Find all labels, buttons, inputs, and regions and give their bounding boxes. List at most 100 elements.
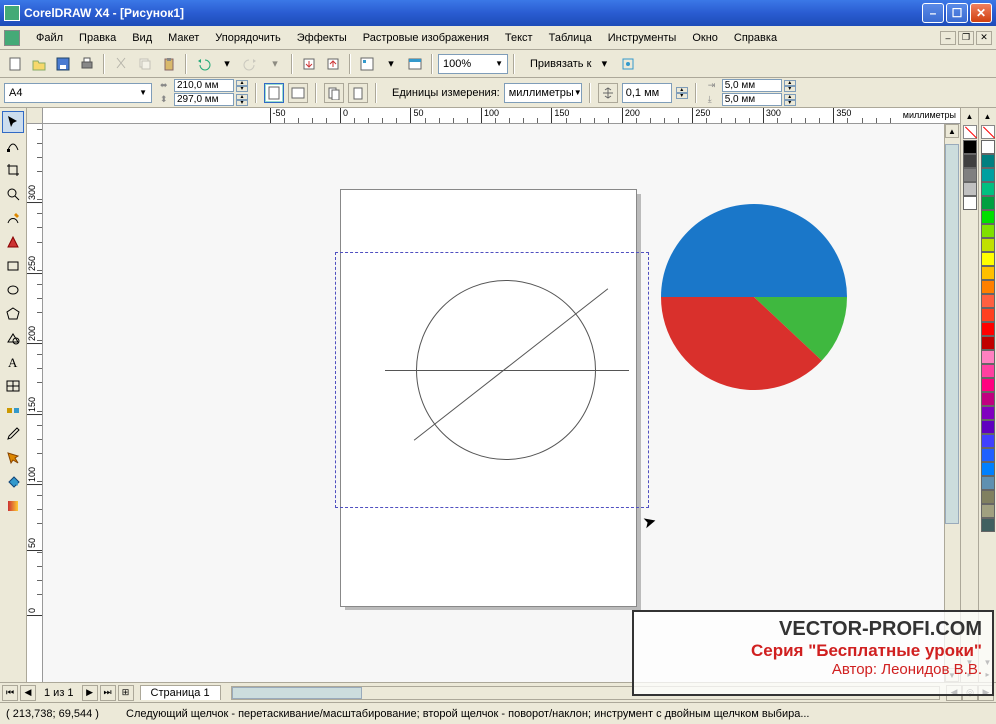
duplicate-y-input[interactable]: 5,0 мм xyxy=(722,93,782,106)
options-button[interactable] xyxy=(617,53,639,75)
menu-text[interactable]: Текст xyxy=(497,29,541,47)
color-swatch[interactable] xyxy=(981,518,995,532)
menu-file[interactable]: Файл xyxy=(28,29,71,47)
menu-layout[interactable]: Макет xyxy=(160,29,207,47)
dupx-spin-down[interactable]: ▾ xyxy=(784,86,796,92)
color-swatch[interactable] xyxy=(981,210,995,224)
last-page-button[interactable]: ⏭ xyxy=(100,685,116,701)
crop-tool[interactable] xyxy=(2,159,24,181)
text-tool[interactable]: A xyxy=(2,351,24,373)
color-swatch[interactable] xyxy=(981,434,995,448)
app-launcher-dropdown[interactable]: ▾ xyxy=(380,53,402,75)
interactive-tool[interactable] xyxy=(2,399,24,421)
ruler-horizontal[interactable]: миллиметры -50050100150200250300350 xyxy=(43,108,960,124)
color-swatch[interactable] xyxy=(981,336,995,350)
nudge-distance-input[interactable]: 0,1 мм xyxy=(622,83,672,103)
fill-tool[interactable] xyxy=(2,471,24,493)
color-swatch[interactable] xyxy=(981,294,995,308)
color-swatch[interactable] xyxy=(981,406,995,420)
ruler-origin[interactable] xyxy=(27,108,43,124)
ruler-vertical[interactable]: 050100150200250300 xyxy=(27,124,43,682)
app-launcher-button[interactable] xyxy=(356,53,378,75)
color-swatch[interactable] xyxy=(981,504,995,518)
page-width-input[interactable]: 210,0 мм xyxy=(174,79,234,92)
color-swatch[interactable] xyxy=(981,392,995,406)
import-button[interactable] xyxy=(298,53,320,75)
color-swatch[interactable] xyxy=(981,350,995,364)
window-maximize-button[interactable]: ☐ xyxy=(946,3,968,23)
eyedropper-tool[interactable] xyxy=(2,423,24,445)
color-swatch[interactable] xyxy=(981,182,995,196)
freehand-tool[interactable] xyxy=(2,207,24,229)
copy-button[interactable] xyxy=(134,53,156,75)
menu-view[interactable]: Вид xyxy=(124,29,160,47)
menu-help[interactable]: Справка xyxy=(726,29,785,47)
palette-no-color[interactable] xyxy=(963,125,977,139)
menu-edit[interactable]: Правка xyxy=(71,29,124,47)
color-swatch[interactable] xyxy=(981,490,995,504)
color-swatch[interactable] xyxy=(981,462,995,476)
new-button[interactable] xyxy=(4,53,26,75)
color-swatch[interactable] xyxy=(963,182,977,196)
mdi-close-button[interactable]: ✕ xyxy=(976,31,992,45)
basic-shapes-tool[interactable] xyxy=(2,327,24,349)
color-swatch[interactable] xyxy=(981,196,995,210)
color-swatch[interactable] xyxy=(981,140,995,154)
outline-tool[interactable] xyxy=(2,447,24,469)
dupy-spin-down[interactable]: ▾ xyxy=(784,100,796,106)
add-page-button[interactable]: ⊞ xyxy=(118,685,134,701)
color-swatch[interactable] xyxy=(981,154,995,168)
apply-current-page-button[interactable] xyxy=(348,83,368,103)
menu-effects[interactable]: Эффекты xyxy=(289,29,355,47)
color-swatch[interactable] xyxy=(981,476,995,490)
canvas-area[interactable]: миллиметры -50050100150200250300350 0501… xyxy=(27,108,960,682)
color-swatch[interactable] xyxy=(981,238,995,252)
color-swatch[interactable] xyxy=(963,168,977,182)
shape-tool[interactable] xyxy=(2,135,24,157)
width-spin-down[interactable]: ▾ xyxy=(236,86,248,92)
page-tab[interactable]: Страница 1 xyxy=(140,685,221,700)
color-swatch[interactable] xyxy=(981,308,995,322)
undo-button[interactable] xyxy=(192,53,214,75)
menu-table[interactable]: Таблица xyxy=(541,29,600,47)
palette2-no-color[interactable] xyxy=(981,125,995,139)
redo-button[interactable] xyxy=(240,53,262,75)
mdi-restore-button[interactable]: ❐ xyxy=(958,31,974,45)
ellipse-tool[interactable] xyxy=(2,279,24,301)
color-swatch[interactable] xyxy=(981,266,995,280)
color-swatch[interactable] xyxy=(963,196,977,210)
menu-window[interactable]: Окно xyxy=(684,29,726,47)
color-swatch[interactable] xyxy=(963,140,977,154)
vertical-scrollbar[interactable]: ▲ ▼ xyxy=(944,124,960,682)
duplicate-x-input[interactable]: 5,0 мм xyxy=(722,79,782,92)
color-swatch[interactable] xyxy=(981,252,995,266)
cut-button[interactable] xyxy=(110,53,132,75)
height-spin-down[interactable]: ▾ xyxy=(236,100,248,106)
orientation-portrait-button[interactable] xyxy=(264,83,284,103)
color-swatch[interactable] xyxy=(981,168,995,182)
welcome-screen-button[interactable] xyxy=(404,53,426,75)
color-swatch[interactable] xyxy=(981,364,995,378)
color-swatch[interactable] xyxy=(981,224,995,238)
interactive-fill-tool[interactable] xyxy=(2,495,24,517)
rectangle-tool[interactable] xyxy=(2,255,24,277)
scroll-up-button[interactable]: ▲ xyxy=(945,124,959,138)
page-size-select[interactable]: A4▼ xyxy=(4,83,152,103)
next-page-button[interactable]: ▶ xyxy=(82,685,98,701)
polygon-tool[interactable] xyxy=(2,303,24,325)
drawing-object-line-horizontal[interactable] xyxy=(385,370,629,371)
redo-dropdown[interactable]: ▾ xyxy=(264,53,286,75)
window-close-button[interactable]: ✕ xyxy=(970,3,992,23)
print-button[interactable] xyxy=(76,53,98,75)
color-swatch[interactable] xyxy=(981,322,995,336)
zoom-level-select[interactable]: 100%▼ xyxy=(438,54,508,74)
color-swatch[interactable] xyxy=(981,280,995,294)
nudge-spin-down[interactable]: ▾ xyxy=(676,93,688,99)
table-tool[interactable] xyxy=(2,375,24,397)
first-page-button[interactable]: ⏮ xyxy=(2,685,18,701)
color-swatch[interactable] xyxy=(981,378,995,392)
smart-fill-tool[interactable] xyxy=(2,231,24,253)
vertical-scroll-thumb[interactable] xyxy=(945,144,959,524)
prev-page-button[interactable]: ◀ xyxy=(20,685,36,701)
palette2-scroll-up[interactable]: ▲ xyxy=(984,112,992,124)
